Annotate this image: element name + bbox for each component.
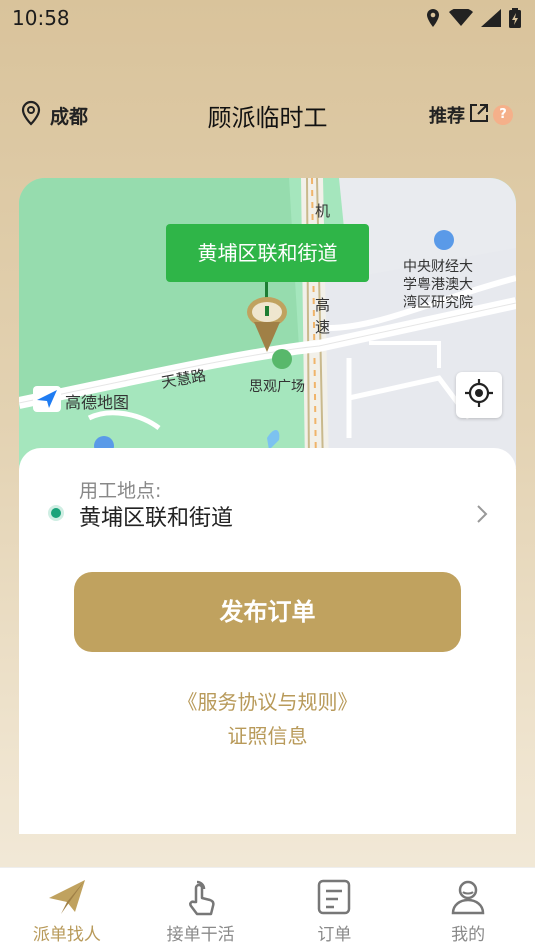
status-bar: 10:58 xyxy=(0,0,535,38)
battery-icon xyxy=(509,8,521,32)
map-view[interactable]: 机 高 速 天慧路 思观广场 中央财经大 学粤港澳大 湾区研究院 黄埔区联和街道… xyxy=(19,178,516,468)
location-status-icon xyxy=(425,8,441,32)
amap-logo-text: 高德地图 xyxy=(65,393,130,412)
map-pin-icon xyxy=(246,296,288,358)
institute-label: 中央财经大 学粤港澳大 湾区研究院 xyxy=(403,259,473,311)
nav-label-orders: 订单 xyxy=(317,925,352,945)
nav-label-profile: 我的 xyxy=(451,925,486,945)
nav-label-take-jobs: 接单干活 xyxy=(166,925,235,945)
license-info-link[interactable]: 证照信息 xyxy=(19,720,516,749)
worksite-dot-icon xyxy=(48,505,64,521)
nav-item-dispatch[interactable]: 派单找人 xyxy=(0,868,134,951)
service-agreement-link[interactable]: 《服务协议与规则》 xyxy=(19,686,516,715)
amap-logo: 高德地图 xyxy=(33,386,129,416)
highway-label-gao: 高 xyxy=(315,296,331,314)
nav-item-profile[interactable]: 我的 xyxy=(401,868,535,951)
locate-me-button[interactable] xyxy=(456,372,502,418)
signal-icon xyxy=(481,9,501,31)
recommend-button[interactable]: 推荐 ? xyxy=(429,102,513,128)
order-panel: 用工地点: 黄埔区联和街道 发布订单 《服务协议与规则》 证照信息 xyxy=(19,448,516,834)
crosshair-icon xyxy=(464,378,494,412)
publish-order-button[interactable]: 发布订单 xyxy=(74,572,461,652)
nav-item-orders[interactable]: 订单 xyxy=(268,868,402,951)
tap-hand-icon xyxy=(184,878,218,922)
bottom-nav: 派单找人 接单干活 订单 我的 xyxy=(0,867,535,951)
highway-label-ji: 机 xyxy=(315,202,331,220)
nav-label-dispatch: 派单找人 xyxy=(32,925,101,945)
highway-label-su: 速 xyxy=(315,318,331,336)
share-icon xyxy=(468,102,490,128)
paper-plane-icon xyxy=(47,878,87,920)
chevron-right-icon[interactable] xyxy=(476,504,488,528)
nav-item-take-jobs[interactable]: 接单干活 xyxy=(134,868,268,951)
worksite-value[interactable]: 黄埔区联和街道 xyxy=(79,500,233,532)
status-time: 10:58 xyxy=(12,6,70,30)
amap-logo-icon xyxy=(33,386,61,416)
profile-icon xyxy=(449,878,487,920)
worksite-label: 用工地点: xyxy=(79,480,162,502)
recommend-label: 推荐 xyxy=(429,106,465,127)
help-icon[interactable]: ? xyxy=(493,105,513,125)
status-icons xyxy=(425,7,521,32)
header: 成都 顾派临时工 推荐 ? xyxy=(0,90,535,140)
wifi-icon xyxy=(449,7,473,31)
map-location-bubble: 黄埔区联和街道 xyxy=(166,224,369,282)
order-list-icon xyxy=(316,878,352,920)
park-label-siguan: 思观广场 xyxy=(249,379,305,395)
